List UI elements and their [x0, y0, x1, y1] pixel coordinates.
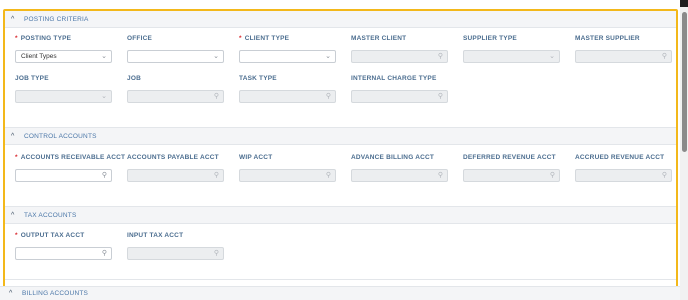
job-type-select[interactable]: ⌄ — [15, 90, 112, 103]
field-label: JOB TYPE — [15, 75, 49, 82]
field-label: ADVANCE BILLING ACCT — [351, 154, 435, 161]
chevron-up-icon: ^ — [11, 211, 15, 219]
field-input-tax-acct: INPUT TAX ACCT ⚲ — [127, 231, 224, 260]
field-master-supplier: MASTER SUPPLIER ⚲ — [575, 34, 672, 63]
section-title: BILLING ACCOUNTS — [22, 290, 89, 297]
divider — [5, 279, 676, 280]
internal-charge-type-input[interactable]: ⚲ — [351, 90, 448, 103]
search-icon: ⚲ — [437, 53, 443, 60]
supplier-type-select[interactable]: ⌄ — [463, 50, 560, 63]
deferred-revenue-acct-input[interactable]: ⚲ — [463, 169, 560, 182]
required-marker: * — [15, 232, 18, 239]
required-marker: * — [15, 35, 18, 42]
chevron-down-icon: ⌄ — [101, 93, 107, 100]
field-job-type: JOB TYPE ⌄ — [15, 74, 112, 103]
field-label: ACCRUED REVENUE ACCT — [575, 154, 665, 161]
job-input[interactable]: ⚲ — [127, 90, 224, 103]
field-office: OFFICE ⌄ — [127, 34, 224, 63]
field-wip-acct: WIP ACCT ⚲ — [239, 153, 336, 182]
field-ar-acct: * ACCOUNTS RECEIVABLE ACCT ⚲ — [15, 153, 125, 182]
search-icon: ⚲ — [101, 250, 107, 257]
field-label: INPUT TAX ACCT — [127, 232, 184, 239]
field-label: SUPPLIER TYPE — [463, 35, 517, 42]
field-label: TASK TYPE — [239, 75, 277, 82]
field-posting-type: * POSTING TYPE Client Types ⌄ — [15, 34, 112, 63]
search-icon: ⚲ — [101, 172, 107, 179]
search-icon: ⚲ — [661, 172, 667, 179]
required-marker: * — [15, 154, 18, 161]
field-label: WIP ACCT — [239, 154, 273, 161]
field-label: OFFICE — [127, 35, 153, 42]
chevron-up-icon: ^ — [9, 290, 13, 297]
section-title: TAX ACCOUNTS — [24, 211, 77, 219]
chevron-up-icon: ^ — [11, 132, 15, 140]
chevron-down-icon: ⌄ — [213, 53, 219, 60]
content-top-edge — [0, 0, 680, 7]
field-deferred-revenue-acct: DEFERRED REVENUE ACCT ⚲ — [463, 153, 560, 182]
field-label: MASTER SUPPLIER — [575, 35, 640, 42]
field-job: JOB ⚲ — [127, 74, 224, 103]
field-label: ACCOUNTS RECEIVABLE ACCT — [20, 154, 126, 161]
section-title: POSTING CRITERIA — [24, 15, 89, 23]
field-label: INTERNAL CHARGE TYPE — [351, 75, 437, 82]
search-icon: ⚲ — [549, 172, 555, 179]
field-internal-charge-type: INTERNAL CHARGE TYPE ⚲ — [351, 74, 448, 103]
field-label: DEFERRED REVENUE ACCT — [463, 154, 556, 161]
posting-type-value: Client Types — [21, 53, 57, 60]
chevron-down-icon: ⌄ — [325, 53, 331, 60]
office-select[interactable]: ⌄ — [127, 50, 224, 63]
chevron-down-icon: ⌄ — [549, 53, 555, 60]
section-header-tax-accounts[interactable]: ^ TAX ACCOUNTS — [5, 206, 676, 224]
field-task-type: TASK TYPE ⚲ — [239, 74, 336, 103]
form-panel: ^ POSTING CRITERIA * POSTING TYPE Client … — [3, 9, 678, 289]
ap-acct-input[interactable]: ⚲ — [127, 169, 224, 182]
field-ap-acct: ACCOUNTS PAYABLE ACCT ⚲ — [127, 153, 224, 182]
section-header-control-accounts[interactable]: ^ CONTROL ACCOUNTS — [5, 127, 676, 145]
field-supplier-type: SUPPLIER TYPE ⌄ — [463, 34, 560, 63]
posting-type-select[interactable]: Client Types ⌄ — [15, 50, 112, 63]
field-master-client: MASTER CLIENT ⚲ — [351, 34, 448, 63]
search-icon: ⚲ — [661, 53, 667, 60]
field-advance-billing-acct: ADVANCE BILLING ACCT ⚲ — [351, 153, 448, 182]
search-icon: ⚲ — [325, 93, 331, 100]
field-label: MASTER CLIENT — [351, 35, 407, 42]
accrued-revenue-acct-input[interactable]: ⚲ — [575, 169, 672, 182]
task-type-input[interactable]: ⚲ — [239, 90, 336, 103]
search-icon: ⚲ — [213, 172, 219, 179]
field-label: ACCOUNTS PAYABLE ACCT — [127, 154, 219, 161]
field-label: OUTPUT TAX ACCT — [20, 232, 85, 239]
search-icon: ⚲ — [213, 93, 219, 100]
section-title: CONTROL ACCOUNTS — [24, 132, 97, 140]
search-icon: ⚲ — [437, 172, 443, 179]
advance-billing-acct-input[interactable]: ⚲ — [351, 169, 448, 182]
search-icon: ⚲ — [437, 93, 443, 100]
search-icon: ⚲ — [213, 250, 219, 257]
required-marker: * — [239, 35, 242, 42]
section-header-posting-criteria[interactable]: ^ POSTING CRITERIA — [5, 11, 676, 28]
chevron-down-icon: ⌄ — [101, 53, 107, 60]
field-output-tax-acct: * OUTPUT TAX ACCT ⚲ — [15, 231, 112, 260]
wip-acct-input[interactable]: ⚲ — [239, 169, 336, 182]
output-tax-acct-input[interactable]: ⚲ — [15, 247, 112, 260]
scrollbar-thumb[interactable] — [682, 12, 687, 152]
client-type-select[interactable]: ⌄ — [239, 50, 336, 63]
ar-acct-input[interactable]: ⚲ — [15, 169, 112, 182]
field-client-type: * CLIENT TYPE ⌄ — [239, 34, 336, 63]
field-label: JOB — [127, 75, 141, 82]
field-accrued-revenue-acct: ACCRUED REVENUE ACCT ⚲ — [575, 153, 672, 182]
field-label: POSTING TYPE — [20, 35, 72, 42]
master-supplier-input[interactable]: ⚲ — [575, 50, 672, 63]
section-header-billing-accounts[interactable]: ^ BILLING ACCOUNTS — [0, 286, 680, 300]
search-icon: ⚲ — [325, 172, 331, 179]
master-client-input[interactable]: ⚲ — [351, 50, 448, 63]
field-label: CLIENT TYPE — [244, 35, 290, 42]
input-tax-acct-input[interactable]: ⚲ — [127, 247, 224, 260]
chevron-up-icon: ^ — [11, 15, 15, 23]
